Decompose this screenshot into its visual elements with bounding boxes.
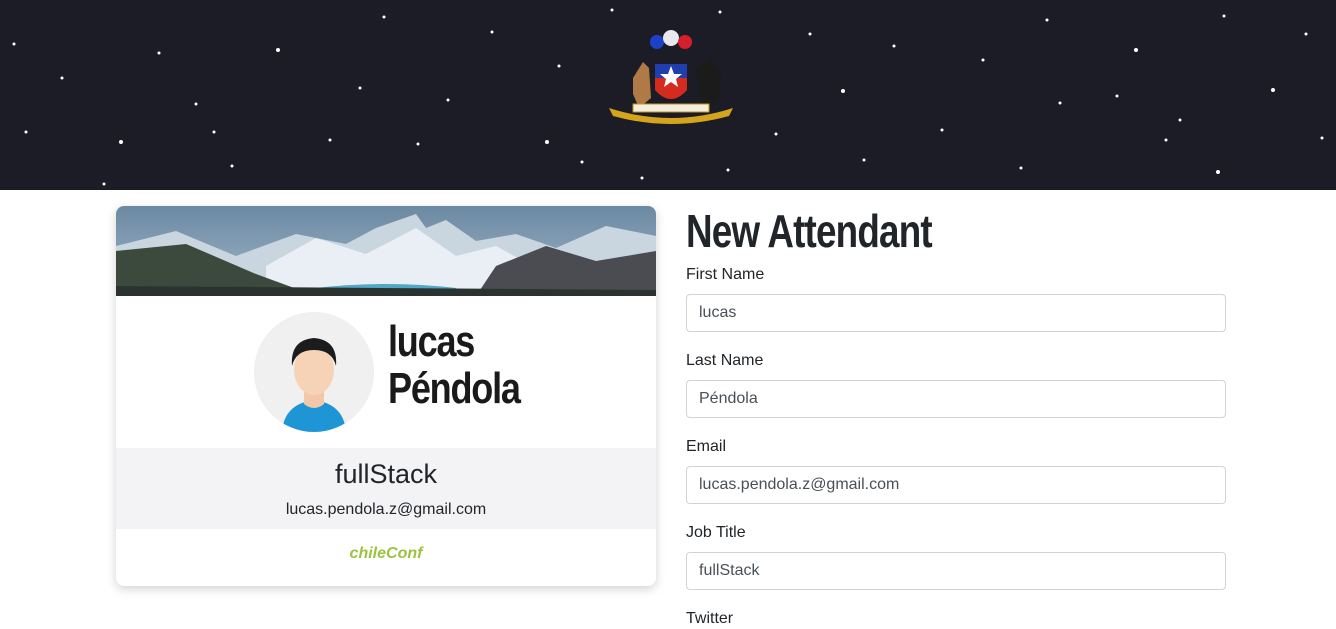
user-avatar-icon	[254, 312, 374, 432]
job-title-label: Job Title	[686, 524, 746, 541]
badge-last-name: Péndola	[388, 364, 521, 413]
badge-full-name: lucas Péndola	[388, 318, 593, 412]
last-name-label: Last Name	[686, 352, 764, 369]
attendee-badge-preview: lucas Péndola fullStack lucas.pendola.z@…	[116, 206, 656, 586]
badge-first-name: lucas	[388, 317, 475, 366]
chile-coat-of-arms-icon	[609, 30, 733, 124]
email-field[interactable]	[686, 466, 1226, 504]
email-label: Email	[686, 438, 727, 455]
badge-job-title: fullStack	[334, 459, 438, 489]
header-banner	[0, 0, 1336, 190]
twitter-label: Twitter	[686, 610, 734, 627]
last-name-field[interactable]	[686, 380, 1226, 418]
first-name-label: First Name	[686, 266, 765, 283]
mountain-landscape-image	[116, 206, 656, 296]
first-name-field[interactable]	[686, 294, 1226, 332]
page-title: New Attendant	[686, 205, 933, 257]
badge-event-name: chileConf	[349, 545, 423, 562]
badge-email: lucas.pendola.z@gmail.com	[285, 501, 487, 518]
badge-info-band: fullStack lucas.pendola.z@gmail.com	[116, 448, 656, 529]
job-title-field[interactable]	[686, 552, 1226, 590]
